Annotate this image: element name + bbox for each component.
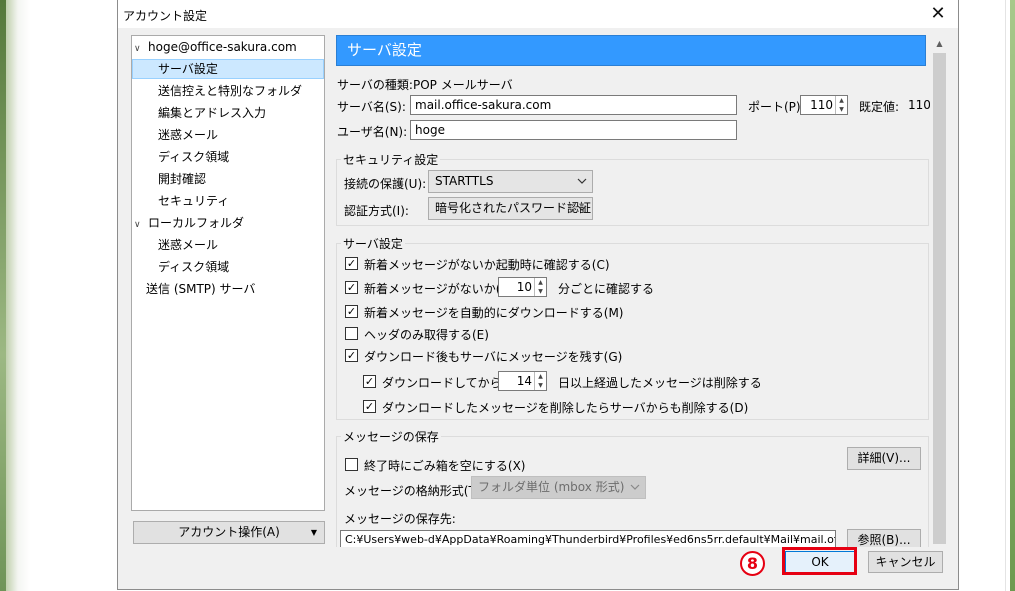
step-number-badge: 8 <box>740 551 765 576</box>
panel-header: サーバ設定 <box>336 35 926 66</box>
chevron-down-icon <box>577 205 587 211</box>
headers-only-checkbox[interactable] <box>345 327 358 340</box>
scrollbar-thumb[interactable] <box>933 53 946 544</box>
security-group-title: セキュリティ設定 <box>341 151 441 168</box>
security-group <box>336 159 929 226</box>
desktop-background-right <box>960 0 1015 591</box>
headers-only-label: ヘッダのみ取得する(E) <box>364 328 489 342</box>
empty-trash-checkbox[interactable] <box>345 458 358 471</box>
delete-after-stepper[interactable]: 14 ▲ ▼ <box>498 371 547 391</box>
scroll-up-icon[interactable]: ▲ <box>931 35 948 52</box>
details-button[interactable]: 詳細(V)... <box>847 447 921 470</box>
storage-format-select[interactable]: フォルダ単位 (mbox 形式) <box>471 476 646 499</box>
connection-security-select[interactable]: STARTTLS <box>428 170 593 193</box>
default-port-value: 110 <box>908 98 930 112</box>
dropdown-arrow-icon: ▼ <box>310 528 317 537</box>
check-startup-label: 新着メッセージがないか起動時に確認する(C) <box>364 258 610 272</box>
chevron-down-icon[interactable]: ∨ <box>134 39 148 59</box>
close-icon[interactable]: ✕ <box>927 3 949 25</box>
connection-security-value: STARTTLS <box>435 174 494 188</box>
storage-format-value: フォルダ単位 (mbox 形式) <box>478 480 625 494</box>
window-title: アカウント設定 <box>123 9 208 23</box>
chevron-down-icon[interactable]: ∨ <box>134 215 148 235</box>
connection-security-label: 接続の保護(U): <box>344 177 427 191</box>
server-settings-group-title: サーバ設定 <box>341 235 405 252</box>
account-tree: ∨ hoge@office-sakura.com サーバ設定 送信控えと特別なフォ… <box>131 35 325 511</box>
tree-item-receipts[interactable]: 開封確認 <box>158 169 206 189</box>
tree-item-copies-folders[interactable]: 送信控えと特別なフォルダ <box>158 81 302 101</box>
auth-method-label: 認証方式(I): <box>344 204 409 218</box>
check-interval-stepper[interactable]: 10 ▲ ▼ <box>498 277 547 297</box>
leave-on-server-checkbox[interactable]: ✓ <box>345 349 358 362</box>
tree-item-local-junk[interactable]: 迷惑メール <box>158 235 218 255</box>
account-actions-button[interactable]: アカウント操作(A) ▼ <box>133 521 325 544</box>
delete-sync-label: ダウンロードしたメッセージを削除したらサーバからも削除する(D) <box>382 401 749 415</box>
chevron-down-icon <box>577 178 587 184</box>
check-interval-value: 10 <box>516 280 532 294</box>
browse-button[interactable]: 参照(B)... <box>847 529 921 547</box>
tree-item-composition[interactable]: 編集とアドレス入力 <box>158 103 266 123</box>
tree-item-local-disk-space[interactable]: ディスク領域 <box>158 257 229 277</box>
check-startup-checkbox[interactable]: ✓ <box>345 257 358 270</box>
title-bar: アカウント設定 ✕ <box>118 0 958 28</box>
server-settings-panel: サーバ設定 サーバの種類: POP メールサーバ サーバ名(S): mail.o… <box>336 35 930 547</box>
tree-item-label: サーバ設定 <box>158 62 218 76</box>
desktop-background-left <box>0 0 116 591</box>
server-name-input[interactable]: mail.office-sakura.com <box>410 95 737 115</box>
tree-item-label: ローカルフォルダ <box>148 216 245 230</box>
account-settings-window: アカウント設定 ✕ ∨ hoge@office-sakura.com サーバ設定 … <box>117 0 959 590</box>
vertical-scrollbar[interactable]: ▲ <box>931 35 948 547</box>
server-type-value: POP メールサーバ <box>413 78 513 92</box>
leave-on-server-label: ダウンロード後もサーバにメッセージを残す(G) <box>364 350 623 364</box>
cancel-button[interactable]: キャンセル <box>868 551 943 573</box>
storage-path-label: メッセージの保存先: <box>344 512 456 526</box>
storage-group-title: メッセージの保存 <box>341 428 441 445</box>
tree-item-server-settings[interactable]: サーバ設定 <box>132 59 324 79</box>
check-interval-unit: 分ごとに確認する <box>558 282 655 296</box>
tree-item-security[interactable]: セキュリティ <box>158 191 229 211</box>
auth-method-select[interactable]: 暗号化されたパスワード認証 <box>428 197 593 220</box>
auto-download-label: 新着メッセージを自動的にダウンロードする(M) <box>364 306 624 320</box>
auto-download-checkbox[interactable]: ✓ <box>345 305 358 318</box>
auth-method-value: 暗号化されたパスワード認証 <box>435 201 592 215</box>
port-stepper[interactable]: 110 ▲ ▼ <box>800 95 848 115</box>
account-actions-label: アカウント操作(A) <box>178 525 280 539</box>
chevron-down-icon <box>630 484 640 490</box>
background-rule <box>1005 0 1006 591</box>
spin-arrows-icon[interactable]: ▲ ▼ <box>534 372 546 390</box>
server-name-label: サーバ名(S): <box>337 100 406 114</box>
annotation-highlight-box <box>782 547 857 575</box>
empty-trash-label: 終了時にごみ箱を空にする(X) <box>364 459 526 473</box>
port-label: ポート(P): <box>748 100 805 114</box>
storage-path-input[interactable]: C:¥Users¥web-d¥AppData¥Roaming¥Thunderbi… <box>340 530 836 547</box>
server-type-label: サーバの種類: <box>337 78 413 92</box>
delete-after-unit: 日以上経過したメッセージは削除する <box>558 376 762 390</box>
tree-item-smtp-server[interactable]: 送信 (SMTP) サーバ <box>146 279 255 299</box>
tree-account-hoge[interactable]: ∨ hoge@office-sakura.com <box>134 37 297 57</box>
tree-item-disk-space[interactable]: ディスク領域 <box>158 147 229 167</box>
storage-format-label: メッセージの格納形式(T): <box>344 484 485 498</box>
tree-local-folders[interactable]: ∨ ローカルフォルダ <box>134 213 244 233</box>
default-port-label: 既定値: <box>859 100 900 114</box>
delete-after-checkbox[interactable]: ✓ <box>363 375 376 388</box>
check-every-label: 新着メッセージがないか(Y) <box>364 282 513 296</box>
delete-after-value: 14 <box>516 374 532 388</box>
tree-item-junk[interactable]: 迷惑メール <box>158 125 218 145</box>
check-every-checkbox[interactable]: ✓ <box>345 281 358 294</box>
spin-arrows-icon[interactable]: ▲ ▼ <box>835 96 847 114</box>
port-value: 110 <box>810 98 833 112</box>
spin-arrows-icon[interactable]: ▲ ▼ <box>534 278 546 296</box>
user-name-input[interactable]: hoge <box>410 120 737 140</box>
delete-sync-checkbox[interactable]: ✓ <box>363 400 376 413</box>
tree-item-label: hoge@office-sakura.com <box>148 40 297 54</box>
user-name-label: ユーザ名(N): <box>337 125 408 139</box>
